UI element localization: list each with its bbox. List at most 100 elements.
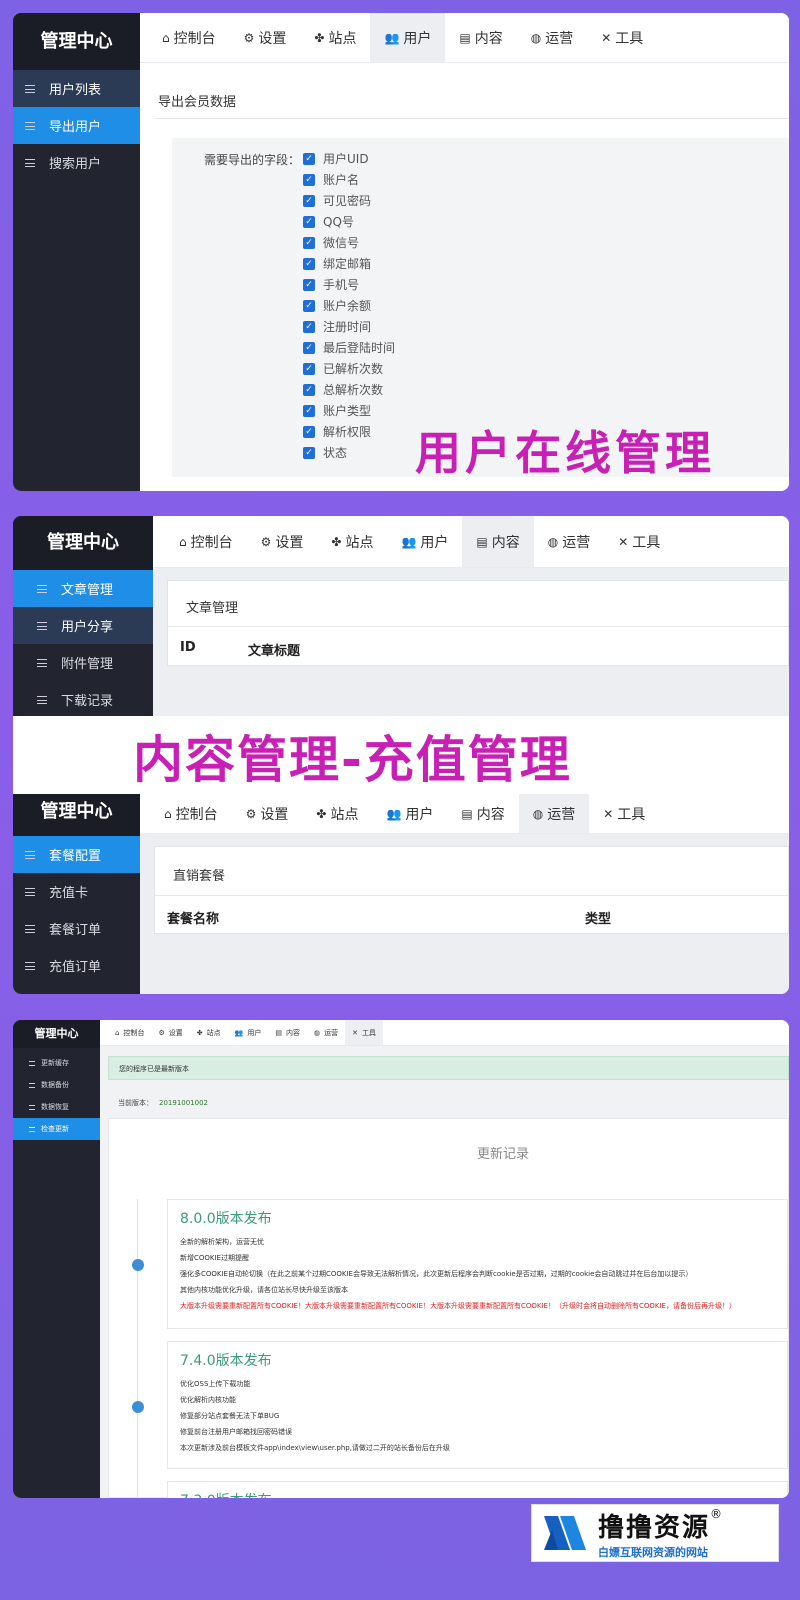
- tab-settings[interactable]: ⚙ 设置: [151, 1020, 189, 1045]
- export-field-checkbox[interactable]: ✓ 账户名: [303, 169, 395, 190]
- tab-settings[interactable]: ⚙ 设置: [232, 794, 303, 833]
- field-label: 微信号: [323, 236, 360, 250]
- divider: [155, 895, 788, 896]
- release-line: 优化解析内核功能: [180, 1396, 236, 1404]
- box-title: 文章管理: [186, 601, 239, 616]
- export-field-checkbox[interactable]: ✓ 可见密码: [303, 190, 395, 211]
- checkmark-icon: ✓: [303, 341, 315, 354]
- checkmark-icon: ✓: [303, 257, 315, 270]
- sidebar-item-downloads[interactable]: 下载记录: [13, 681, 153, 716]
- export-field-checkbox[interactable]: ✓ 账户余额: [303, 295, 395, 316]
- release-line: 全新的解析架构，运营无忧: [180, 1238, 264, 1246]
- sidebar-item-restore[interactable]: 数据恢复: [13, 1096, 100, 1118]
- tab-tools[interactable]: ✕ 工具: [345, 1020, 383, 1045]
- tab-tools[interactable]: ✕ 工具: [589, 794, 659, 833]
- sidebar-item-package-orders[interactable]: 套餐订单: [13, 910, 140, 947]
- tab-settings[interactable]: ⚙ 设置: [230, 13, 301, 62]
- tab-sites[interactable]: ✤ 站点: [317, 516, 387, 567]
- export-field-checkbox[interactable]: ✓ 用户UID: [303, 148, 395, 169]
- export-field-checkbox[interactable]: ✓ 最后登陆时间: [303, 337, 395, 358]
- export-field-checkbox[interactable]: ✓ 解析权限: [303, 421, 395, 442]
- box-title: 导出会员数据: [158, 95, 237, 110]
- tab-settings[interactable]: ⚙ 设置: [247, 516, 318, 567]
- export-field-checkbox[interactable]: ✓ 账户类型: [303, 400, 395, 421]
- tab-operations[interactable]: ◍ 运营: [517, 13, 587, 62]
- checkmark-icon: ✓: [303, 362, 315, 375]
- sidebar-item-check-update[interactable]: 检查更新: [13, 1118, 100, 1140]
- export-field-checkbox[interactable]: ✓ 已解析次数: [303, 358, 395, 379]
- sidebar-item-search-users[interactable]: 搜索用户: [13, 144, 140, 181]
- export-field-checkbox[interactable]: ✓ 手机号: [303, 274, 395, 295]
- checkmark-icon: ✓: [303, 173, 315, 186]
- sidebar-item-articles[interactable]: 文章管理: [13, 570, 153, 607]
- tab-operations[interactable]: ◍ 运营: [307, 1020, 345, 1045]
- tab-sites[interactable]: ✤ 站点: [302, 794, 372, 833]
- release-line: 其他内核功能优化升级，请各位站长尽快升级至该版本: [180, 1286, 348, 1294]
- tab-dashboard[interactable]: ⌂ 控制台: [165, 516, 247, 567]
- content-area: 直销套餐 套餐名称 类型: [140, 834, 789, 994]
- tab-tools[interactable]: ✕ 工具: [604, 516, 674, 567]
- globe-icon: ◍: [313, 1028, 321, 1037]
- tab-content[interactable]: ▤ 内容: [462, 516, 534, 567]
- field-label: 绑定邮箱: [323, 257, 372, 271]
- tab-sites[interactable]: ✤ 站点: [300, 13, 370, 62]
- sidebar-item-backup[interactable]: 数据备份: [13, 1074, 100, 1096]
- sidebar: 管理中心 文章管理 用户分享 附件管理 下载记录: [13, 516, 153, 716]
- field-label: 已解析次数: [323, 362, 384, 376]
- sidebar-item-recharge-cards[interactable]: 充值卡: [13, 873, 140, 910]
- panel-recharge-management: 管理中心 套餐配置 充值卡 套餐订单 充值订单 ⌂ 控制台 ⚙ 设置 ✤ 站点 👥 用户…: [13, 794, 789, 994]
- sidebar-item-attachments[interactable]: 附件管理: [13, 644, 153, 681]
- export-field-checkbox[interactable]: ✓ 微信号: [303, 232, 395, 253]
- banner: 内容管理-充值管理: [13, 716, 789, 794]
- home-icon: ⌂: [179, 534, 187, 549]
- tab-tools[interactable]: ✕ 工具: [587, 13, 657, 62]
- gear-icon: ⚙: [243, 30, 255, 45]
- changelog-title: 更新记录: [477, 1147, 530, 1162]
- changelog-area: 更新记录 8.0.0版本发布 全新的解析架构，运营无忧 新增COOKIE过期提醒…: [108, 1118, 789, 1498]
- grid-icon: ✤: [314, 30, 325, 45]
- content-area: 文章管理 ID 文章标题: [153, 568, 789, 716]
- top-nav: ⌂ 控制台 ⚙ 设置 ✤ 站点 👥 用户 ▤ 内容 ◍ 运营 ✕ 工具: [100, 1020, 789, 1046]
- sidebar-item-refresh-cache[interactable]: 更新缓存: [13, 1052, 100, 1074]
- release-8-0-0: 8.0.0版本发布 全新的解析架构，运营无忧 新增COOKIE过期提醒 强化多C…: [167, 1199, 788, 1329]
- export-field-checkbox[interactable]: ✓ QQ号: [303, 211, 395, 232]
- tab-sites[interactable]: ✤ 站点: [190, 1020, 228, 1045]
- field-label: 状态: [323, 446, 348, 460]
- export-field-checkbox[interactable]: ✓ 绑定邮箱: [303, 253, 395, 274]
- tab-operations[interactable]: ◍ 运营: [534, 516, 604, 567]
- menu-icon: [25, 887, 35, 896]
- tab-users[interactable]: 👥 用户: [370, 13, 446, 62]
- sidebar-item-user-list[interactable]: 用户列表: [13, 70, 140, 107]
- logo-name: 撸撸资源: [598, 1512, 711, 1543]
- tab-content[interactable]: ▤ 内容: [447, 794, 518, 833]
- tab-operations[interactable]: ◍ 运营: [518, 794, 590, 833]
- tab-users[interactable]: 👥 用户: [228, 1020, 269, 1045]
- logo-text-group: 撸撸资源 ® 白嫖互联网资源的网站: [598, 1507, 722, 1560]
- tab-dashboard[interactable]: ⌂ 控制台: [150, 794, 232, 833]
- export-field-checkbox[interactable]: ✓ 总解析次数: [303, 379, 395, 400]
- tab-users[interactable]: 👥 用户: [387, 516, 462, 567]
- tab-users[interactable]: 👥 用户: [372, 794, 447, 833]
- gear-icon: ⚙: [158, 1028, 165, 1037]
- tab-dashboard[interactable]: ⌂ 控制台: [108, 1020, 151, 1045]
- sidebar: 管理中心 用户列表 导出用户 搜索用户: [13, 13, 140, 491]
- menu-icon: [25, 924, 35, 933]
- tab-content[interactable]: ▤ 内容: [445, 13, 516, 62]
- field-label: 总解析次数: [323, 383, 384, 397]
- checkmark-icon: ✓: [303, 152, 315, 165]
- export-field-checkbox[interactable]: ✓ 状态: [303, 442, 395, 463]
- sidebar-item-export-users[interactable]: 导出用户: [13, 107, 140, 144]
- export-field-checkbox[interactable]: ✓ 注册时间: [303, 316, 395, 337]
- sidebar-item-user-shares[interactable]: 用户分享: [13, 607, 153, 644]
- release-title: 7.4.0版本发布: [180, 1353, 272, 1369]
- menu-icon: [29, 1082, 35, 1088]
- release-line: 优化OSS上传下载功能: [180, 1380, 251, 1388]
- field-label: 账户余额: [323, 299, 372, 313]
- checkmark-icon: ✓: [303, 215, 315, 228]
- home-icon: ⌂: [164, 806, 172, 821]
- sidebar-item-package-config[interactable]: 套餐配置: [13, 836, 140, 873]
- panel-user-management: 管理中心 用户列表 导出用户 搜索用户 ⌂ 控制台 ⚙ 设置 ✤ 站点 👥 用户 ▤ 内容…: [13, 13, 789, 491]
- tab-content[interactable]: ▤ 内容: [268, 1020, 307, 1045]
- tab-dashboard[interactable]: ⌂ 控制台: [148, 13, 230, 62]
- sidebar-item-recharge-orders[interactable]: 充值订单: [13, 947, 140, 984]
